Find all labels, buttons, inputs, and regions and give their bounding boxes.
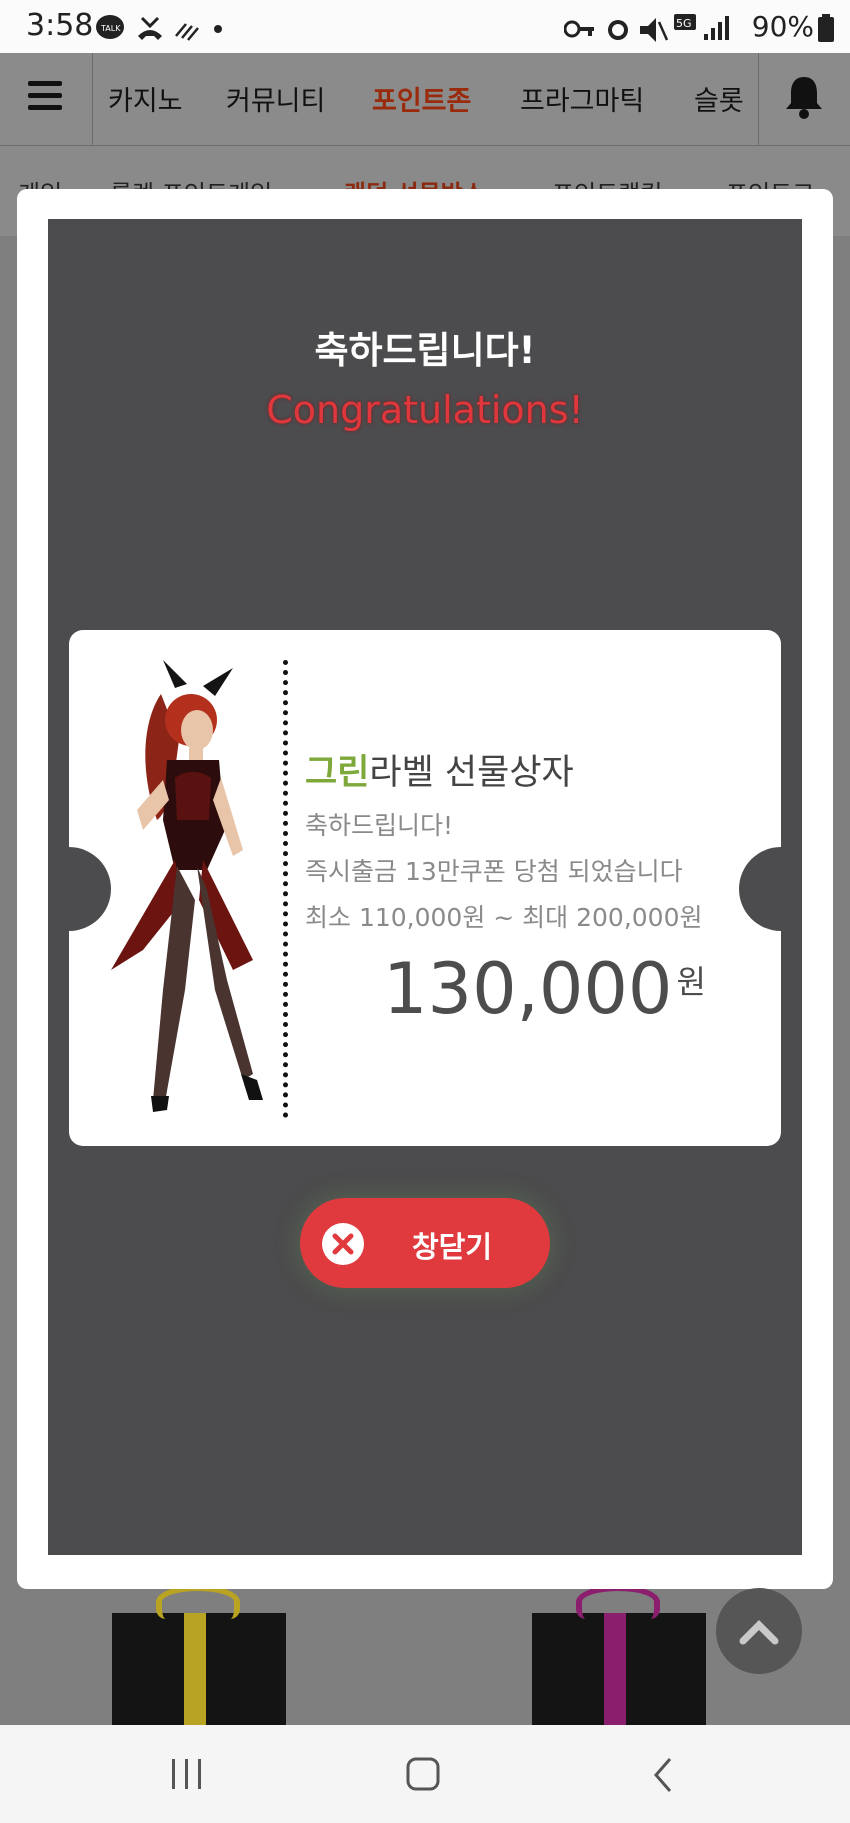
prize-line-coupon: 즉시출금 13만쿠폰 당첨 되었습니다 <box>305 857 683 886</box>
svg-text:TALK: TALK <box>100 24 121 33</box>
close-modal-button[interactable]: 창닫기 <box>300 1198 550 1288</box>
prize-line-congrats: 축하드립니다! <box>305 811 454 840</box>
5g-icon: 5G <box>674 14 696 30</box>
battery-level: 90% <box>751 10 814 43</box>
prize-title-highlight: 그린 <box>305 753 370 793</box>
modal-title: 축하드립니다! <box>314 329 536 372</box>
prize-title-rest: 라벨 선물상자 <box>369 753 574 793</box>
close-button-label: 창닫기 <box>412 1230 493 1264</box>
gift-bow <box>576 1585 660 1619</box>
close-icon <box>322 1223 364 1265</box>
battery-icon <box>818 14 834 42</box>
nav-divider <box>758 53 759 145</box>
missed-call-icon <box>138 16 162 40</box>
nav-item-slot[interactable]: 슬롯 <box>694 79 744 118</box>
gift-ribbon <box>184 1613 206 1725</box>
system-navigation-bar <box>0 1725 850 1823</box>
gift-box-gold[interactable] <box>106 1585 292 1725</box>
prize-title: 그린라벨 선물상자 <box>305 744 574 795</box>
chevron-up-icon <box>739 1620 779 1645</box>
back-icon[interactable] <box>652 1757 674 1793</box>
prize-line-range: 최소 110,000원 ~ 최대 200,000원 <box>305 903 703 932</box>
nav-item-pointzone[interactable]: 포인트존 <box>372 79 471 118</box>
status-left-icons: TALK <box>96 15 222 41</box>
nav-divider <box>92 53 93 145</box>
prize-ticket: 그린라벨 선물상자 축하드립니다! 즉시출금 13만쿠폰 당첨 되었습니다 최소… <box>69 630 781 1146</box>
gift-ribbon <box>604 1613 626 1725</box>
bell-icon[interactable] <box>784 75 824 119</box>
status-right-icons: 5G <box>564 14 729 42</box>
svg-text:5G: 5G <box>676 17 692 30</box>
nav-item-pragmatic[interactable]: 프라그마틱 <box>520 79 644 118</box>
alarm-icon <box>608 20 628 40</box>
nav-item-casino[interactable]: 카지노 <box>108 79 183 118</box>
ticket-notch-right <box>739 847 781 931</box>
top-navigation: 카지노 커뮤니티 포인트존 프라그마틱 슬롯 <box>0 53 850 146</box>
mute-icon <box>640 18 669 42</box>
prize-amount-value: 130,000 <box>383 948 673 1030</box>
kakaotalk-icon: TALK <box>96 15 124 39</box>
home-icon[interactable] <box>406 1757 440 1791</box>
gift-box-purple[interactable] <box>526 1585 712 1725</box>
status-time: 3:58 <box>26 8 94 43</box>
status-bar: 3:58 TALK 5G 90% <box>0 0 850 53</box>
ticket-perforation <box>283 660 288 1118</box>
nav-item-community[interactable]: 커뮤니티 <box>226 79 325 118</box>
modal-subtitle: Congratulations! <box>266 388 584 432</box>
prize-currency: 원 <box>676 963 706 1001</box>
nav-item-slot-clip: 슬롯 <box>690 53 758 145</box>
gift-bow <box>156 1585 240 1619</box>
vpn-key-icon <box>564 20 594 38</box>
prize-amount: 130,000 원 <box>383 948 706 1030</box>
signal-dots-icon <box>175 23 199 41</box>
bunny-girl-illustration <box>111 660 263 1112</box>
recents-icon[interactable] <box>170 1759 204 1789</box>
signal-icon <box>704 16 729 40</box>
scroll-to-top-button[interactable] <box>716 1588 802 1674</box>
hamburger-menu-icon[interactable] <box>28 81 62 111</box>
